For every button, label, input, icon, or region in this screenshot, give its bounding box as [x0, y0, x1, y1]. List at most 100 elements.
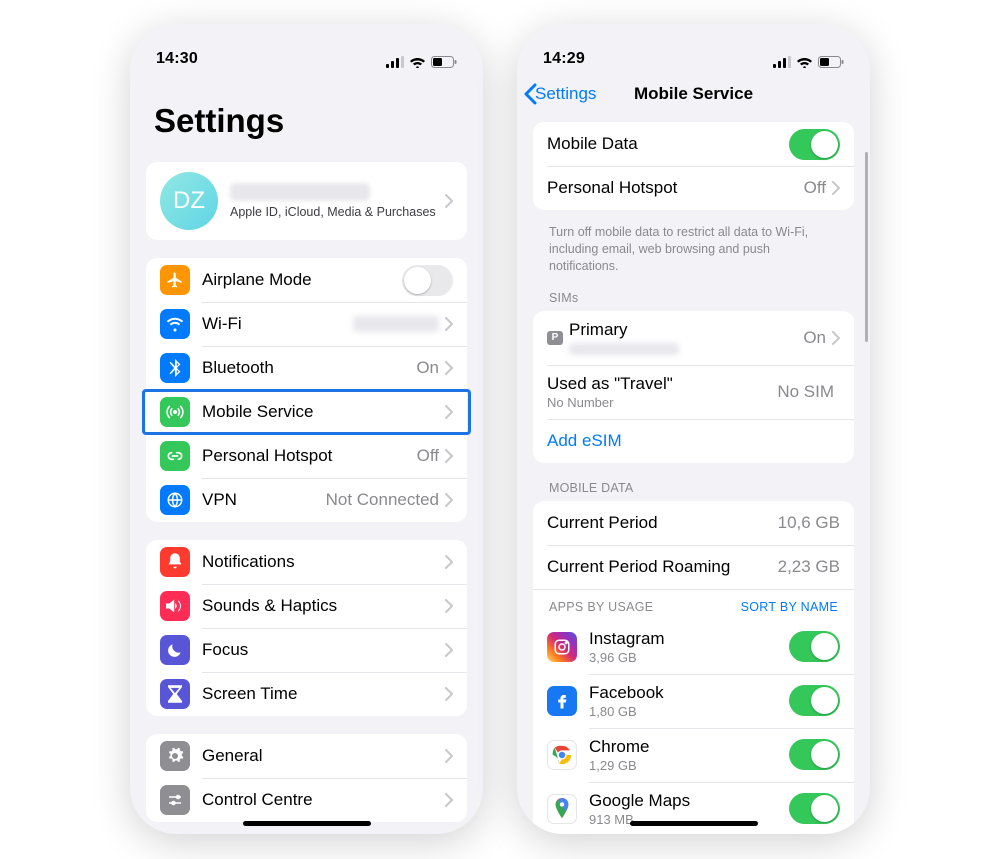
apps-group: Instagram 3,96 GB Facebook 1,80 GB [533, 620, 854, 834]
scroll-indicator[interactable] [865, 152, 868, 342]
row-label: General [202, 746, 445, 766]
screentime-row[interactable]: Screen Time [146, 672, 467, 716]
apple-id-name-blurred [230, 183, 370, 201]
chevron-icon [445, 405, 453, 419]
phone-mobile-service: 14:29 Settings Mobile Service Mobile Dat… [517, 24, 870, 834]
googlemaps-icon [547, 794, 577, 824]
mobile-data-footer: Turn off mobile data to restrict all dat… [517, 216, 870, 291]
row-label: Control Centre [202, 790, 445, 810]
p-badge: P [547, 331, 563, 345]
row-label: Screen Time [202, 684, 445, 704]
app-toggle[interactable] [789, 739, 840, 770]
chevron-icon [445, 194, 453, 208]
vpn-icon [160, 485, 190, 515]
chevron-icon [445, 317, 453, 331]
row-label: Wi-Fi [202, 314, 353, 334]
apple-id-subtitle: Apple ID, iCloud, Media & Purchases [230, 205, 445, 219]
chevron-icon [445, 493, 453, 507]
row-label: VPN [202, 490, 326, 510]
row-detail: No SIM [777, 382, 834, 402]
bluetooth-row[interactable]: Bluetooth On [146, 346, 467, 390]
row-detail: 2,23 GB [778, 557, 840, 577]
wifi-icon [409, 56, 426, 68]
personal-hotspot-row[interactable]: Personal Hotspot Off [533, 166, 854, 210]
sim-label: Used as "Travel" [547, 374, 777, 394]
row-label: Focus [202, 640, 445, 660]
status-icons [386, 56, 457, 68]
mobile-data-header: MOBILE DATA [517, 481, 870, 501]
wifi-row[interactable]: Wi-Fi [146, 302, 467, 346]
row-label: Personal Hotspot [547, 178, 804, 198]
wifi-network-blurred [353, 316, 439, 332]
chevron-icon [445, 361, 453, 375]
status-time: 14:30 [156, 50, 198, 68]
apps-by-usage-label: APPS BY USAGE [549, 600, 653, 614]
airplane-toggle[interactable] [402, 265, 453, 296]
wifi-icon [796, 56, 813, 68]
row-label: Add eSIM [547, 431, 840, 451]
row-detail: On [416, 358, 439, 378]
control-centre-row[interactable]: Control Centre [146, 778, 467, 822]
usage-group: Current Period 10,6 GB Current Period Ro… [533, 501, 854, 589]
vpn-row[interactable]: VPN Not Connected [146, 478, 467, 522]
general-group: General Control Centre [146, 734, 467, 822]
row-label: Sounds & Haptics [202, 596, 445, 616]
instagram-icon [547, 632, 577, 662]
row-detail: Off [804, 178, 826, 198]
speaker-icon [160, 591, 190, 621]
airplane-mode-row[interactable]: Airplane Mode [146, 258, 467, 302]
add-esim-row[interactable]: Add eSIM [533, 419, 854, 463]
back-button[interactable]: Settings [523, 83, 596, 105]
sliders-icon [160, 785, 190, 815]
phone-settings: 14:30 Settings DZ Apple ID, iCloud, Medi… [130, 24, 483, 834]
chrome-icon [547, 740, 577, 770]
hourglass-icon [160, 679, 190, 709]
current-period-row: Current Period 10,6 GB [533, 501, 854, 545]
hotspot-icon [160, 441, 190, 471]
notifications-group: Notifications Sounds & Haptics Focus [146, 540, 467, 716]
sounds-row[interactable]: Sounds & Haptics [146, 584, 467, 628]
app-toggle[interactable] [789, 631, 840, 662]
mobile-service-scroll[interactable]: Mobile Data Personal Hotspot Off Turn of… [517, 116, 870, 834]
mobile-data-toggle[interactable] [789, 129, 840, 160]
chevron-icon [832, 331, 840, 345]
app-usage: 1,80 GB [589, 704, 789, 719]
row-label: Personal Hotspot [202, 446, 417, 466]
row-detail: On [803, 328, 826, 348]
cellular-icon [773, 56, 791, 68]
home-indicator[interactable] [243, 821, 371, 826]
app-facebook-row[interactable]: Facebook 1,80 GB [533, 674, 854, 728]
app-toggle[interactable] [789, 793, 840, 824]
app-toggle[interactable] [789, 685, 840, 716]
sims-group: P Primary On Used as "Travel" No Number … [533, 311, 854, 463]
chevron-icon [445, 555, 453, 569]
chevron-icon [832, 181, 840, 195]
app-instagram-row[interactable]: Instagram 3,96 GB [533, 620, 854, 674]
sort-by-name-button[interactable]: SORT BY NAME [741, 600, 838, 614]
chevron-icon [445, 687, 453, 701]
mobile-service-row[interactable]: Mobile Service [146, 390, 467, 434]
app-googlemaps-row[interactable]: Google Maps 913 MB [533, 782, 854, 834]
apple-id-group: DZ Apple ID, iCloud, Media & Purchases [146, 162, 467, 240]
page-title: Settings [130, 72, 483, 152]
row-label: Current Period Roaming [547, 557, 778, 577]
status-bar: 14:29 [517, 24, 870, 72]
row-label: Mobile Service [202, 402, 445, 422]
app-name: Facebook [589, 683, 789, 703]
mobile-data-group: Mobile Data Personal Hotspot Off [533, 122, 854, 210]
mobile-data-row[interactable]: Mobile Data [533, 122, 854, 166]
settings-scroll[interactable]: Settings DZ Apple ID, iCloud, Media & Pu… [130, 72, 483, 834]
focus-row[interactable]: Focus [146, 628, 467, 672]
home-indicator[interactable] [630, 821, 758, 826]
bluetooth-icon [160, 353, 190, 383]
general-row[interactable]: General [146, 734, 467, 778]
page-title: Mobile Service [634, 84, 753, 104]
app-chrome-row[interactable]: Chrome 1,29 GB [533, 728, 854, 782]
sim-primary-row[interactable]: P Primary On [533, 311, 854, 365]
facebook-icon [547, 686, 577, 716]
bell-icon [160, 547, 190, 577]
apple-id-row[interactable]: DZ Apple ID, iCloud, Media & Purchases [146, 162, 467, 240]
sim-travel-row[interactable]: Used as "Travel" No Number No SIM [533, 365, 854, 419]
personal-hotspot-row[interactable]: Personal Hotspot Off [146, 434, 467, 478]
notifications-row[interactable]: Notifications [146, 540, 467, 584]
